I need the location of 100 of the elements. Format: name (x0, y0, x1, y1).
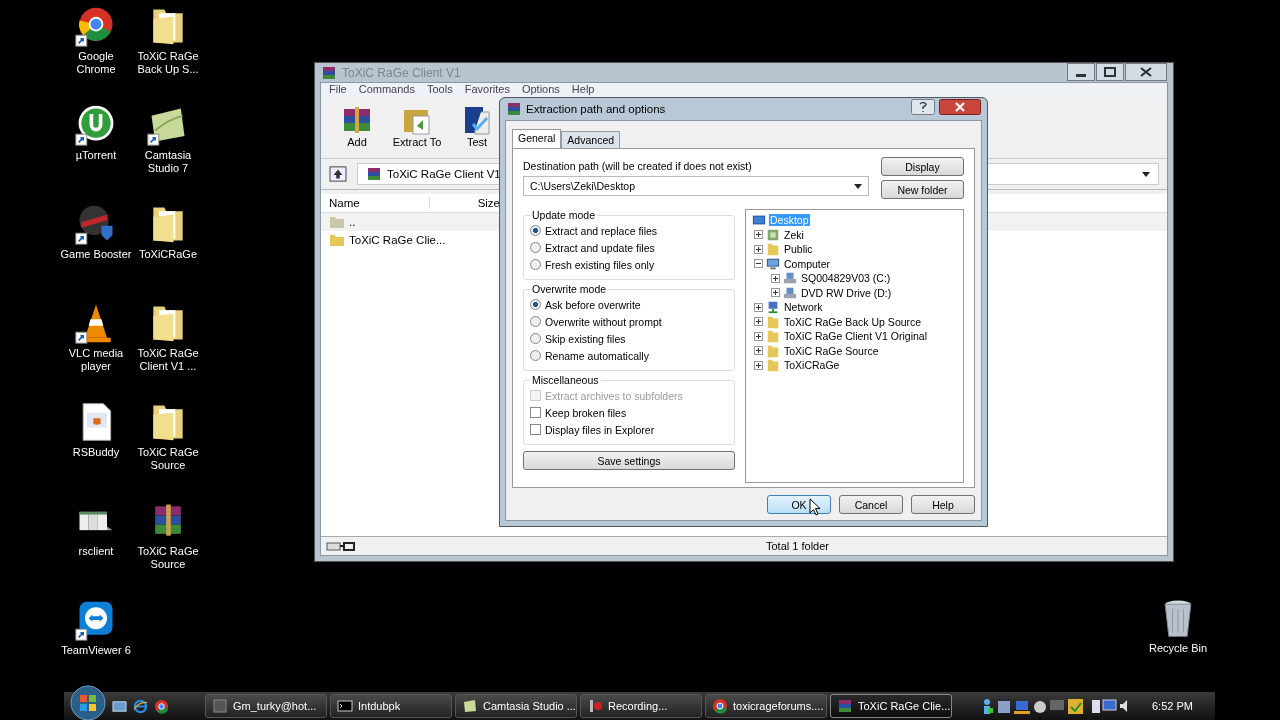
folder-icon (766, 358, 780, 373)
icon-label: ToXiC RaGe Source (136, 545, 200, 571)
computer-icon (766, 256, 780, 271)
path-combobox[interactable]: C:\Users\Zeki\Desktop (523, 176, 869, 196)
file-name[interactable]: .. (349, 216, 356, 228)
option-label: Skip existing files (545, 332, 626, 345)
expander-icon[interactable] (754, 230, 763, 240)
dropdown-arrow-icon[interactable] (854, 183, 862, 189)
option-label: Keep broken files (545, 406, 627, 419)
icon-label: Recycle Bin (1148, 642, 1208, 655)
tree-item[interactable]: ToXiC RaGe Client V1 Original (783, 330, 928, 343)
folder-tree[interactable]: Desktop Zeki Public Computer SQ004829V03 (C:) DVD RW Drive (D:) Network ToXiC RaGe Back Up Source ToXiC RaGe Client V1 Original ToXiC RaGe Source ToXiCRaGe (745, 209, 964, 483)
expander-icon[interactable] (754, 259, 763, 269)
dialog-button[interactable]: Help (911, 495, 975, 514)
drive-icon (783, 285, 797, 300)
icon-label: ToXiC RaGe Client V1 ... (136, 347, 200, 373)
tree-item[interactable]: SQ004829V03 (C:) (800, 272, 892, 285)
column-header[interactable]: Size (430, 197, 500, 209)
toolbar-button[interactable]: Add (331, 104, 383, 154)
show-desktop-icon[interactable] (112, 698, 127, 714)
dialog-button[interactable]: Cancel (839, 495, 903, 514)
tree-item[interactable]: Public (783, 243, 814, 256)
menu-item[interactable]: File (329, 83, 347, 95)
help-icon[interactable] (911, 99, 935, 115)
toolbar-button[interactable]: Extract To (391, 104, 443, 154)
radio-button[interactable] (530, 225, 541, 236)
expander-icon[interactable] (754, 302, 763, 312)
taskbar-button[interactable]: Intdubpk (330, 694, 452, 718)
tree-item[interactable]: ToXiCRaGe (783, 359, 841, 372)
browser-icon[interactable] (154, 698, 169, 714)
tree-item[interactable]: Computer (783, 257, 832, 270)
radio-button[interactable] (530, 350, 541, 361)
dialog-button[interactable]: Display (881, 157, 964, 176)
taskbar-button[interactable]: Gm_turky@hot... (205, 694, 327, 718)
window-title: ToXiC RaGe Client V1 (342, 65, 461, 80)
group-title: Miscellaneous (531, 374, 600, 386)
expander-icon[interactable] (754, 360, 763, 370)
dialog-title: Extraction path and options (526, 103, 666, 115)
expander-icon[interactable] (771, 273, 780, 283)
toolbar-icon (341, 104, 373, 136)
icon-label: Game Booster (60, 248, 132, 261)
radio-button[interactable] (530, 316, 541, 327)
menu-item[interactable]: Help (571, 83, 595, 95)
dropdown-arrow-icon[interactable] (1142, 171, 1150, 177)
tree-item[interactable]: Network (783, 301, 824, 314)
dialog-button[interactable]: OK (767, 495, 831, 514)
tree-item[interactable]: DVD RW Drive (D:) (800, 286, 893, 299)
option-label: Extract and update files (545, 241, 655, 254)
app-icon (212, 698, 228, 714)
tab[interactable]: General (512, 129, 562, 148)
user-folder-icon (766, 227, 780, 242)
group-title: Overwrite mode (531, 283, 608, 295)
taskbar-button[interactable]: Camtasia Studio ... (455, 694, 577, 718)
address-text: ToXiC RaGe Client V1 (387, 168, 501, 180)
expander-icon[interactable] (754, 244, 763, 254)
menu-item[interactable]: Options (521, 83, 560, 95)
checkbox[interactable] (530, 424, 541, 435)
tab[interactable]: Advanced (561, 131, 621, 148)
browser-icon[interactable] (133, 698, 148, 714)
radio-button[interactable] (530, 242, 541, 253)
option-label: Extract and replace files (545, 224, 658, 237)
dialog-button[interactable]: New folder (881, 180, 964, 199)
expander-icon[interactable] (754, 331, 763, 341)
tree-item[interactable]: Zeki (783, 228, 805, 241)
menu-item[interactable]: Tools (427, 83, 453, 95)
tree-item[interactable]: ToXiC RaGe Back Up Source (783, 315, 923, 328)
archive-icon (321, 64, 337, 81)
taskbar-button[interactable]: Recording... (580, 694, 702, 718)
checkbox[interactable] (530, 407, 541, 418)
close-icon[interactable] (939, 99, 981, 115)
network-icon (766, 300, 780, 315)
radio-button[interactable] (530, 299, 541, 310)
tree-item[interactable]: ToXiC RaGe Source (783, 344, 880, 357)
toolbar-button[interactable]: Test (451, 104, 503, 154)
drive-icon (326, 540, 356, 552)
menu-item[interactable]: Commands (358, 83, 415, 95)
option-label: Rename automatically (545, 349, 649, 362)
start-button-icon[interactable] (70, 685, 106, 720)
option-label: Overwrite without prompt (545, 315, 662, 328)
expander-icon[interactable] (771, 288, 780, 298)
maximize-icon[interactable] (1096, 63, 1124, 81)
close-icon[interactable] (1125, 63, 1167, 81)
expander-icon[interactable] (754, 346, 763, 356)
menu-item[interactable]: Favorites (464, 83, 510, 95)
file-name[interactable]: ToXiC RaGe Clie... (349, 234, 446, 246)
column-header[interactable]: Name (321, 197, 430, 209)
option-label: Ask before overwrite (545, 298, 641, 311)
folder-icon (766, 329, 780, 344)
minimize-icon[interactable] (1067, 63, 1095, 81)
radio-button[interactable] (530, 333, 541, 344)
folder-icon (329, 214, 345, 230)
up-folder-icon[interactable] (329, 166, 347, 182)
folder-icon (766, 314, 780, 329)
folder-icon (766, 343, 780, 358)
app-icon (462, 698, 478, 714)
radio-button[interactable] (530, 259, 541, 270)
taskbar-button[interactable]: ToXiC RaGe Clie... (830, 694, 952, 718)
expander-icon[interactable] (754, 317, 763, 327)
save-settings-button[interactable]: Save settings (523, 451, 735, 470)
taskbar-button[interactable]: toxicrageforums.... (705, 694, 827, 718)
